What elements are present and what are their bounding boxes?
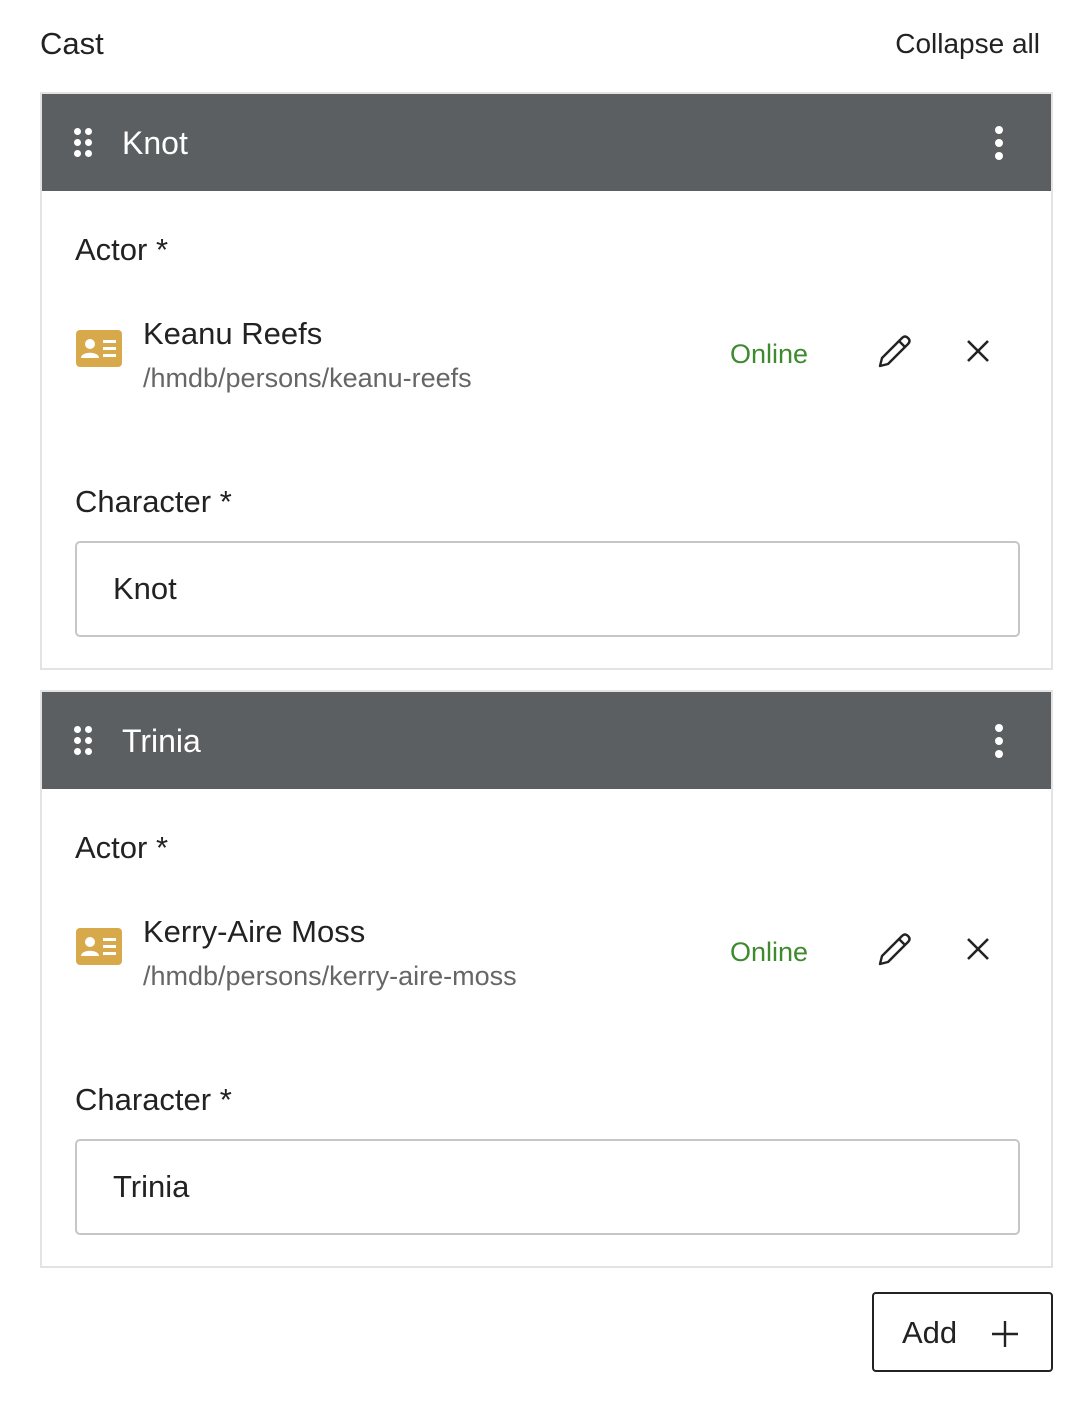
add-button-label: Add [902, 1315, 958, 1350]
contact-card-icon [76, 330, 122, 367]
collapse-all-button[interactable]: Collapse all [895, 24, 1040, 64]
pencil-icon[interactable] [874, 930, 914, 970]
drag-handle-icon[interactable] [74, 128, 92, 158]
more-options-icon[interactable] [993, 126, 1005, 160]
character-label: Character * [75, 1082, 232, 1117]
status-badge: Online [730, 937, 809, 967]
cast-item-card: Knot Actor * Keanu Reefs /hmdb/persons/k… [40, 92, 1053, 670]
contact-card-icon [76, 928, 122, 965]
cast-item-title: Trinia [122, 723, 201, 759]
character-input[interactable] [75, 541, 1020, 637]
actor-path: /hmdb/persons/keanu-reefs [143, 363, 472, 393]
cast-item-card: Trinia Actor * Kerry-Aire Moss /hmdb/per… [40, 690, 1053, 1268]
character-label: Character * [75, 484, 232, 519]
cast-item-header[interactable]: Knot [42, 94, 1051, 191]
cast-header: Cast Collapse all [40, 24, 1052, 64]
close-icon[interactable] [963, 934, 993, 964]
cast-item-header[interactable]: Trinia [42, 692, 1051, 789]
cast-item-title: Knot [122, 125, 188, 161]
actor-name[interactable]: Keanu Reefs [143, 314, 322, 354]
close-icon[interactable] [963, 336, 993, 366]
status-badge: Online [730, 339, 809, 369]
pencil-icon[interactable] [874, 332, 914, 372]
drag-handle-icon[interactable] [74, 726, 92, 756]
plus-icon [992, 1321, 1018, 1347]
more-options-icon[interactable] [993, 724, 1005, 758]
add-button[interactable]: Add [872, 1292, 1053, 1372]
actor-label: Actor * [75, 232, 169, 267]
character-input[interactable] [75, 1139, 1020, 1235]
section-title: Cast [40, 26, 104, 61]
actor-label: Actor * [75, 830, 169, 865]
actor-path: /hmdb/persons/kerry-aire-moss [143, 961, 517, 991]
actor-name[interactable]: Kerry-Aire Moss [143, 912, 365, 952]
